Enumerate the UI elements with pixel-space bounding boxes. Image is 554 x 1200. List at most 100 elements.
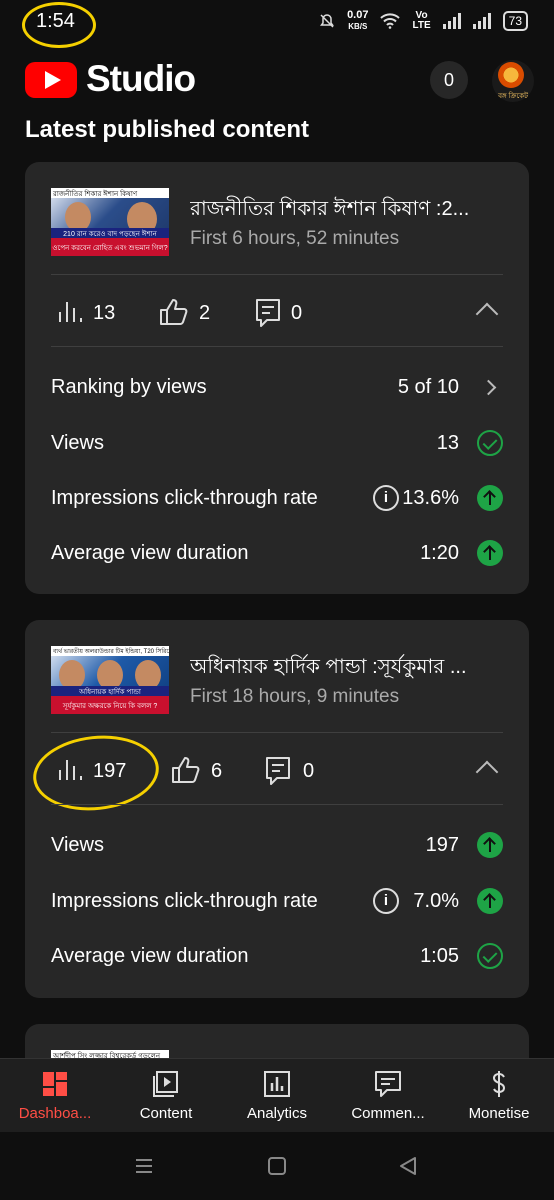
arrow-up-icon [477, 540, 503, 566]
views-count: 13 [93, 302, 116, 324]
comments-count: 0 [291, 302, 303, 324]
stat-value: 1:05 [420, 945, 459, 967]
stat-row-ranking[interactable]: Ranking by views 5 of 10 [51, 368, 503, 408]
nav-item-content[interactable]: Content [111, 1059, 221, 1133]
nav-label: Monetise [468, 1105, 530, 1122]
bottom-navigation: Dashboa... Content Analytics Commen... M… [0, 1058, 554, 1133]
nav-label: Commen... [351, 1105, 425, 1122]
views-bar-icon [59, 302, 82, 322]
comments-count: 0 [303, 760, 315, 782]
comment-icon[interactable] [265, 756, 291, 786]
avatar-text: বঙ্গ ক্রিকেট [498, 93, 528, 100]
content-card: আর্শদীপ সিং লজ্জার বিশ্বরেকর্ড গড়লেন [25, 1024, 529, 1058]
signal-icon-2 [472, 13, 491, 29]
stat-value: 5 of 10 [397, 376, 459, 398]
avatar-logo-icon [498, 62, 524, 88]
nav-item-comments[interactable]: Commen... [333, 1059, 443, 1133]
video-title[interactable]: অধিনায়ক হার্দিক পান্ডা :সূর্যকুমার ... [190, 652, 510, 685]
stat-row-ctr: Impressions click-through rate i 13.6% [51, 479, 503, 519]
divider [51, 804, 503, 805]
nav-item-analytics[interactable]: Analytics [222, 1059, 332, 1133]
stat-label: Impressions click-through rate [51, 890, 318, 912]
app-bar: Studio 0 বঙ্গ ক্রিকেট [0, 52, 554, 110]
video-title[interactable]: রাজনীতির শিকার ঈশান কিষাণ :2... [190, 194, 510, 227]
like-icon[interactable] [159, 298, 189, 326]
notifications-button[interactable]: 0 [430, 61, 468, 99]
comments-icon [375, 1071, 401, 1097]
nav-label: Analytics [246, 1105, 308, 1122]
nav-item-monetise[interactable]: Monetise [444, 1059, 554, 1133]
analytics-icon [264, 1071, 290, 1097]
status-icons: 0.07 KB/S Vo LTE 73 [319, 10, 528, 32]
thumbnail-text: আর্শদীপ সিং লজ্জার বিশ্বরেকর্ড গড়লেন [53, 1053, 161, 1058]
arrow-up-icon [477, 888, 503, 914]
dashboard-icon [43, 1072, 67, 1096]
check-circle-icon [477, 430, 503, 456]
wifi-icon [380, 13, 401, 29]
content-icon [153, 1071, 178, 1097]
video-thumbnail[interactable]: রাজনীতির শিকার ঈশান কিষাণ 210 রান করেও ব… [51, 188, 169, 256]
studio-logo-text[interactable]: Studio [86, 58, 196, 100]
arrow-up-icon [477, 485, 503, 511]
stat-value: 197 [425, 834, 459, 856]
net-speed-value: 0.07 [347, 9, 369, 21]
mute-bell-icon [320, 14, 335, 28]
video-thumbnail[interactable]: আর্শদীপ সিং লজ্জার বিশ্বরেকর্ড গড়লেন [51, 1050, 169, 1058]
stat-value: 7.0% [413, 890, 459, 912]
content-card: রাজনীতির শিকার ঈশান কিষাণ 210 রান করেও ব… [25, 162, 529, 594]
net-speed-unit: KB/S [348, 22, 368, 31]
youtube-logo-icon[interactable] [25, 62, 77, 98]
stat-label: Average view duration [51, 945, 249, 967]
check-circle-icon [477, 943, 503, 969]
thumbnail-text: রাজনীতির শিকার ঈশান কিষাণ [53, 191, 138, 198]
content-card: ব্যর্থ ভারতীয় অলরাউন্ডার টিম ইন্ডিয়া, … [25, 620, 529, 998]
metric-row: 13 2 0 [51, 292, 503, 336]
arrow-up-icon [477, 832, 503, 858]
signal-icon [442, 13, 461, 29]
channel-avatar[interactable]: বঙ্গ ক্রিকেট [492, 60, 534, 102]
annotation-circle-time [22, 2, 96, 48]
likes-count: 2 [199, 302, 211, 324]
nav-label: Content [139, 1105, 193, 1122]
stat-row-avg-duration: Average view duration 1:20 [51, 534, 503, 574]
divider [51, 346, 503, 347]
divider [51, 732, 503, 733]
nav-item-dashboard[interactable]: Dashboa... [0, 1059, 110, 1133]
battery-icon: 73 [502, 11, 528, 31]
volte-indicator: Vo LTE [412, 11, 430, 31]
stat-value: 1:20 [420, 542, 459, 564]
section-title: Latest published content [25, 116, 310, 143]
stat-row-ctr: Impressions click-through rate i 7.0% [51, 882, 503, 922]
divider [51, 274, 503, 275]
stat-row-views: Views 13 [51, 424, 503, 464]
thumbnail-text-bottom: ওপেন করবেন রোহিত এবং শুভমান গিল? [52, 245, 168, 252]
collapse-chevron-icon[interactable] [475, 302, 499, 326]
back-icon[interactable] [398, 1156, 418, 1176]
dollar-icon [492, 1071, 506, 1097]
video-period: First 6 hours, 52 minutes [190, 228, 400, 249]
stat-label: Views [51, 834, 104, 856]
info-icon[interactable]: i [373, 888, 399, 914]
info-icon[interactable]: i [373, 485, 399, 511]
like-icon[interactable] [171, 756, 201, 784]
video-period: First 18 hours, 9 minutes [190, 686, 400, 707]
stat-row-avg-duration: Average view duration 1:05 [51, 937, 503, 977]
system-navigation-bar [0, 1132, 554, 1200]
stat-row-views: Views 197 [51, 826, 503, 866]
comment-icon[interactable] [255, 298, 281, 328]
stat-label: Impressions click-through rate [51, 487, 318, 509]
recent-apps-icon[interactable] [134, 1156, 154, 1176]
thumbnail-text: ব্যর্থ ভারতীয় অলরাউন্ডার টিম ইন্ডিয়া, … [53, 649, 169, 655]
chevron-right-icon [477, 374, 503, 400]
stat-label: Views [51, 432, 104, 454]
likes-count: 6 [211, 760, 223, 782]
home-icon[interactable] [267, 1156, 287, 1176]
status-bar: 1:54 0.07 KB/S Vo LTE 73 [0, 0, 554, 48]
stat-value: 13 [436, 432, 459, 454]
network-speed: 0.07 KB/S [347, 10, 368, 32]
collapse-chevron-icon[interactable] [475, 760, 499, 784]
volte-bottom: LTE [412, 20, 431, 31]
stat-label: Ranking by views [51, 376, 207, 398]
video-thumbnail[interactable]: ব্যর্থ ভারতীয় অলরাউন্ডার টিম ইন্ডিয়া, … [51, 646, 169, 714]
dashboard-content[interactable]: Latest published content রাজনীতির শিকার … [0, 110, 554, 1058]
